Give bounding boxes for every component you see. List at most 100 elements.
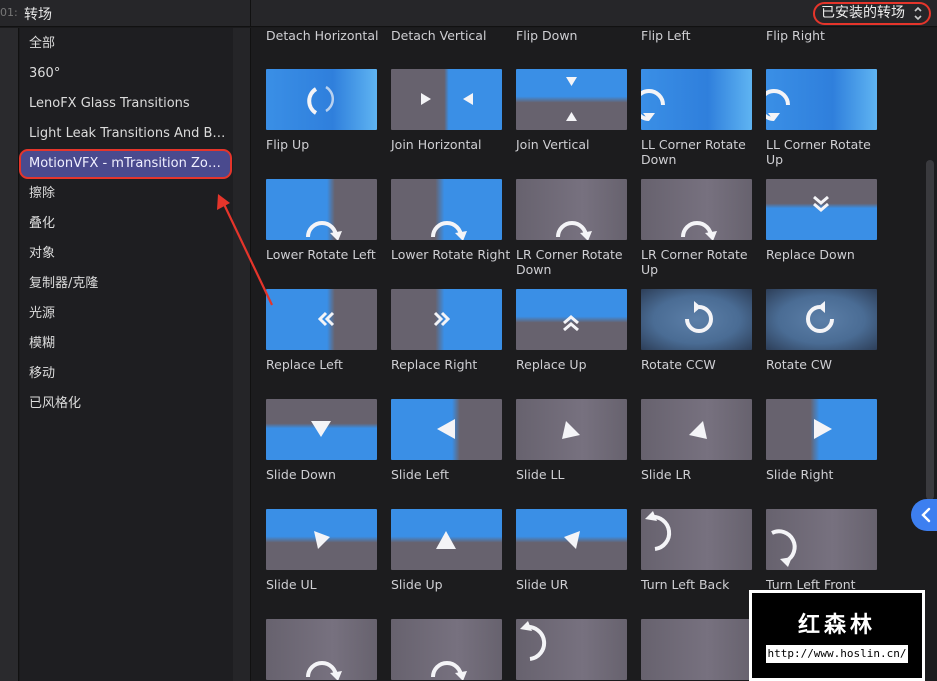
transition-label: Join Vertical: [516, 137, 590, 152]
sidebar-item[interactable]: LenoFX Glass Transitions: [20, 89, 233, 119]
transition-thumbnail[interactable]: [766, 69, 877, 130]
transition-label: LR Corner Rotate Up: [641, 247, 748, 277]
sidebar-item[interactable]: 已风格化: [20, 389, 233, 419]
transition-label: Join Horizontal: [391, 137, 482, 152]
arrow-ll-icon: [562, 421, 580, 439]
transition-thumbnail[interactable]: [391, 69, 502, 130]
watermark: 红森林 http://www.hoslin.cn/: [749, 590, 925, 681]
transition-thumbnail[interactable]: [266, 619, 377, 680]
transition-label: Replace Right: [391, 357, 478, 372]
transition-thumbnail[interactable]: [641, 509, 752, 570]
chevron-left-icon: [921, 507, 931, 523]
sidebar-item[interactable]: 擦除: [20, 179, 233, 209]
transition-label: Lower Rotate Left: [266, 247, 376, 262]
transition-label: Flip Up: [266, 137, 310, 152]
sidebar-divider: [233, 28, 251, 681]
transition-label: Slide Down: [266, 467, 336, 482]
transition-grid: Detach Horizontal Detach Vertical Flip Dow…: [251, 28, 937, 681]
transition-thumbnail[interactable]: [641, 179, 752, 240]
timeline-edge-strip: [0, 28, 19, 681]
sidebar-item[interactable]: 360°: [20, 59, 233, 89]
browser-header: 01: 转场 已安装的转场: [0, 0, 937, 27]
sidebar-item[interactable]: Light Leak Transitions And Bur...: [20, 119, 233, 149]
transition-thumbnail[interactable]: [391, 619, 502, 680]
timecode: 01:: [0, 6, 18, 19]
transition-thumbnail[interactable]: [516, 179, 627, 240]
rotate-right-icon: [431, 221, 467, 240]
corner-rotate-icon: [766, 89, 790, 121]
transition-label: Slide LL: [516, 467, 565, 482]
double-chevron-left-icon: [317, 311, 335, 327]
join-vertical-icon: [566, 77, 577, 121]
transition-label: LL Corner Rotate Down: [641, 137, 746, 167]
transition-thumbnail[interactable]: [641, 289, 752, 350]
rotate-right-icon: [306, 221, 342, 240]
transition-label: Slide LR: [641, 467, 692, 482]
arrow-right-icon: [814, 419, 832, 439]
double-chevron-up-icon: [563, 315, 579, 332]
corner-rotate-icon: [641, 89, 665, 121]
transition-label: Detach Vertical: [391, 28, 487, 43]
arrow-ul-icon: [314, 531, 330, 549]
rotate-right-icon: [681, 221, 717, 240]
transition-thumbnail[interactable]: [766, 289, 877, 350]
rotate-right-icon: [556, 221, 592, 240]
transition-label: Turn Left Back: [641, 577, 730, 592]
transition-thumbnail[interactable]: [641, 619, 752, 680]
grid-scrollbar[interactable]: [926, 160, 934, 500]
transition-thumbnail[interactable]: [391, 509, 502, 570]
annotation-arrow: [217, 194, 273, 306]
sidebar-item[interactable]: 移动: [20, 359, 233, 389]
transition-label: Replace Left: [266, 357, 343, 372]
transition-label: Slide Up: [391, 577, 443, 592]
transition-thumbnail[interactable]: [641, 69, 752, 130]
sidebar-item[interactable]: 模糊: [20, 329, 233, 359]
transition-label: Flip Down: [516, 28, 578, 43]
transition-label: Lower Rotate Right: [391, 247, 511, 262]
transition-label: Rotate CCW: [641, 357, 716, 372]
sidebar-item[interactable]: 全部: [20, 29, 233, 59]
panel-title: 转场: [24, 7, 52, 23]
transition-label: Slide UL: [266, 577, 317, 592]
arrow-ur-icon: [564, 531, 580, 549]
rotate-ccw-icon: [685, 301, 713, 333]
transition-thumbnail[interactable]: [766, 179, 877, 240]
transition-thumbnail[interactable]: [516, 399, 627, 460]
transition-thumbnail[interactable]: [266, 289, 377, 350]
transition-thumbnail[interactable]: [266, 399, 377, 460]
transition-label: Rotate CW: [766, 357, 832, 372]
transition-label: Flip Right: [766, 28, 825, 43]
sidebar-item[interactable]: 光源: [20, 299, 233, 329]
transition-thumbnail[interactable]: [391, 289, 502, 350]
transition-label: Slide UR: [516, 577, 569, 592]
rotate-cw-icon: [806, 301, 834, 333]
sidebar-item[interactable]: 叠化: [20, 209, 233, 239]
rotate-arc-icon: [307, 85, 335, 115]
transition-label: Replace Up: [516, 357, 587, 372]
transition-thumbnail[interactable]: [266, 179, 377, 240]
transition-label: Slide Left: [391, 467, 449, 482]
rotate-right-icon: [306, 661, 342, 680]
transition-thumbnail[interactable]: [266, 509, 377, 570]
sidebar-item[interactable]: MotionVFX - mTransition Zoo...: [19, 149, 232, 179]
arrow-up-icon: [436, 531, 456, 549]
transition-thumbnail[interactable]: [516, 619, 627, 680]
transition-thumbnail[interactable]: [516, 69, 627, 130]
transition-thumbnail[interactable]: [516, 289, 627, 350]
transition-thumbnail[interactable]: [516, 509, 627, 570]
transition-thumbnail[interactable]: [266, 69, 377, 130]
turn-back-icon: [645, 511, 672, 551]
transition-thumbnail[interactable]: [766, 509, 877, 570]
transition-label: Flip Left: [641, 28, 691, 43]
transition-category-list: 全部 360° LenoFX Glass Transitions Light Leak…: [19, 28, 233, 681]
transition-thumbnail[interactable]: [641, 399, 752, 460]
installed-transitions-dropdown[interactable]: 已安装的转场: [813, 2, 931, 25]
sidebar-item[interactable]: 对象: [20, 239, 233, 269]
transition-label: Detach Horizontal: [266, 28, 379, 43]
sidebar-item[interactable]: 复制器/克隆: [20, 269, 233, 299]
watermark-brand: 红森林: [797, 613, 876, 638]
transition-thumbnail[interactable]: [766, 399, 877, 460]
collapse-panel-button[interactable]: [911, 499, 937, 531]
transition-thumbnail[interactable]: [391, 179, 502, 240]
transition-thumbnail[interactable]: [391, 399, 502, 460]
